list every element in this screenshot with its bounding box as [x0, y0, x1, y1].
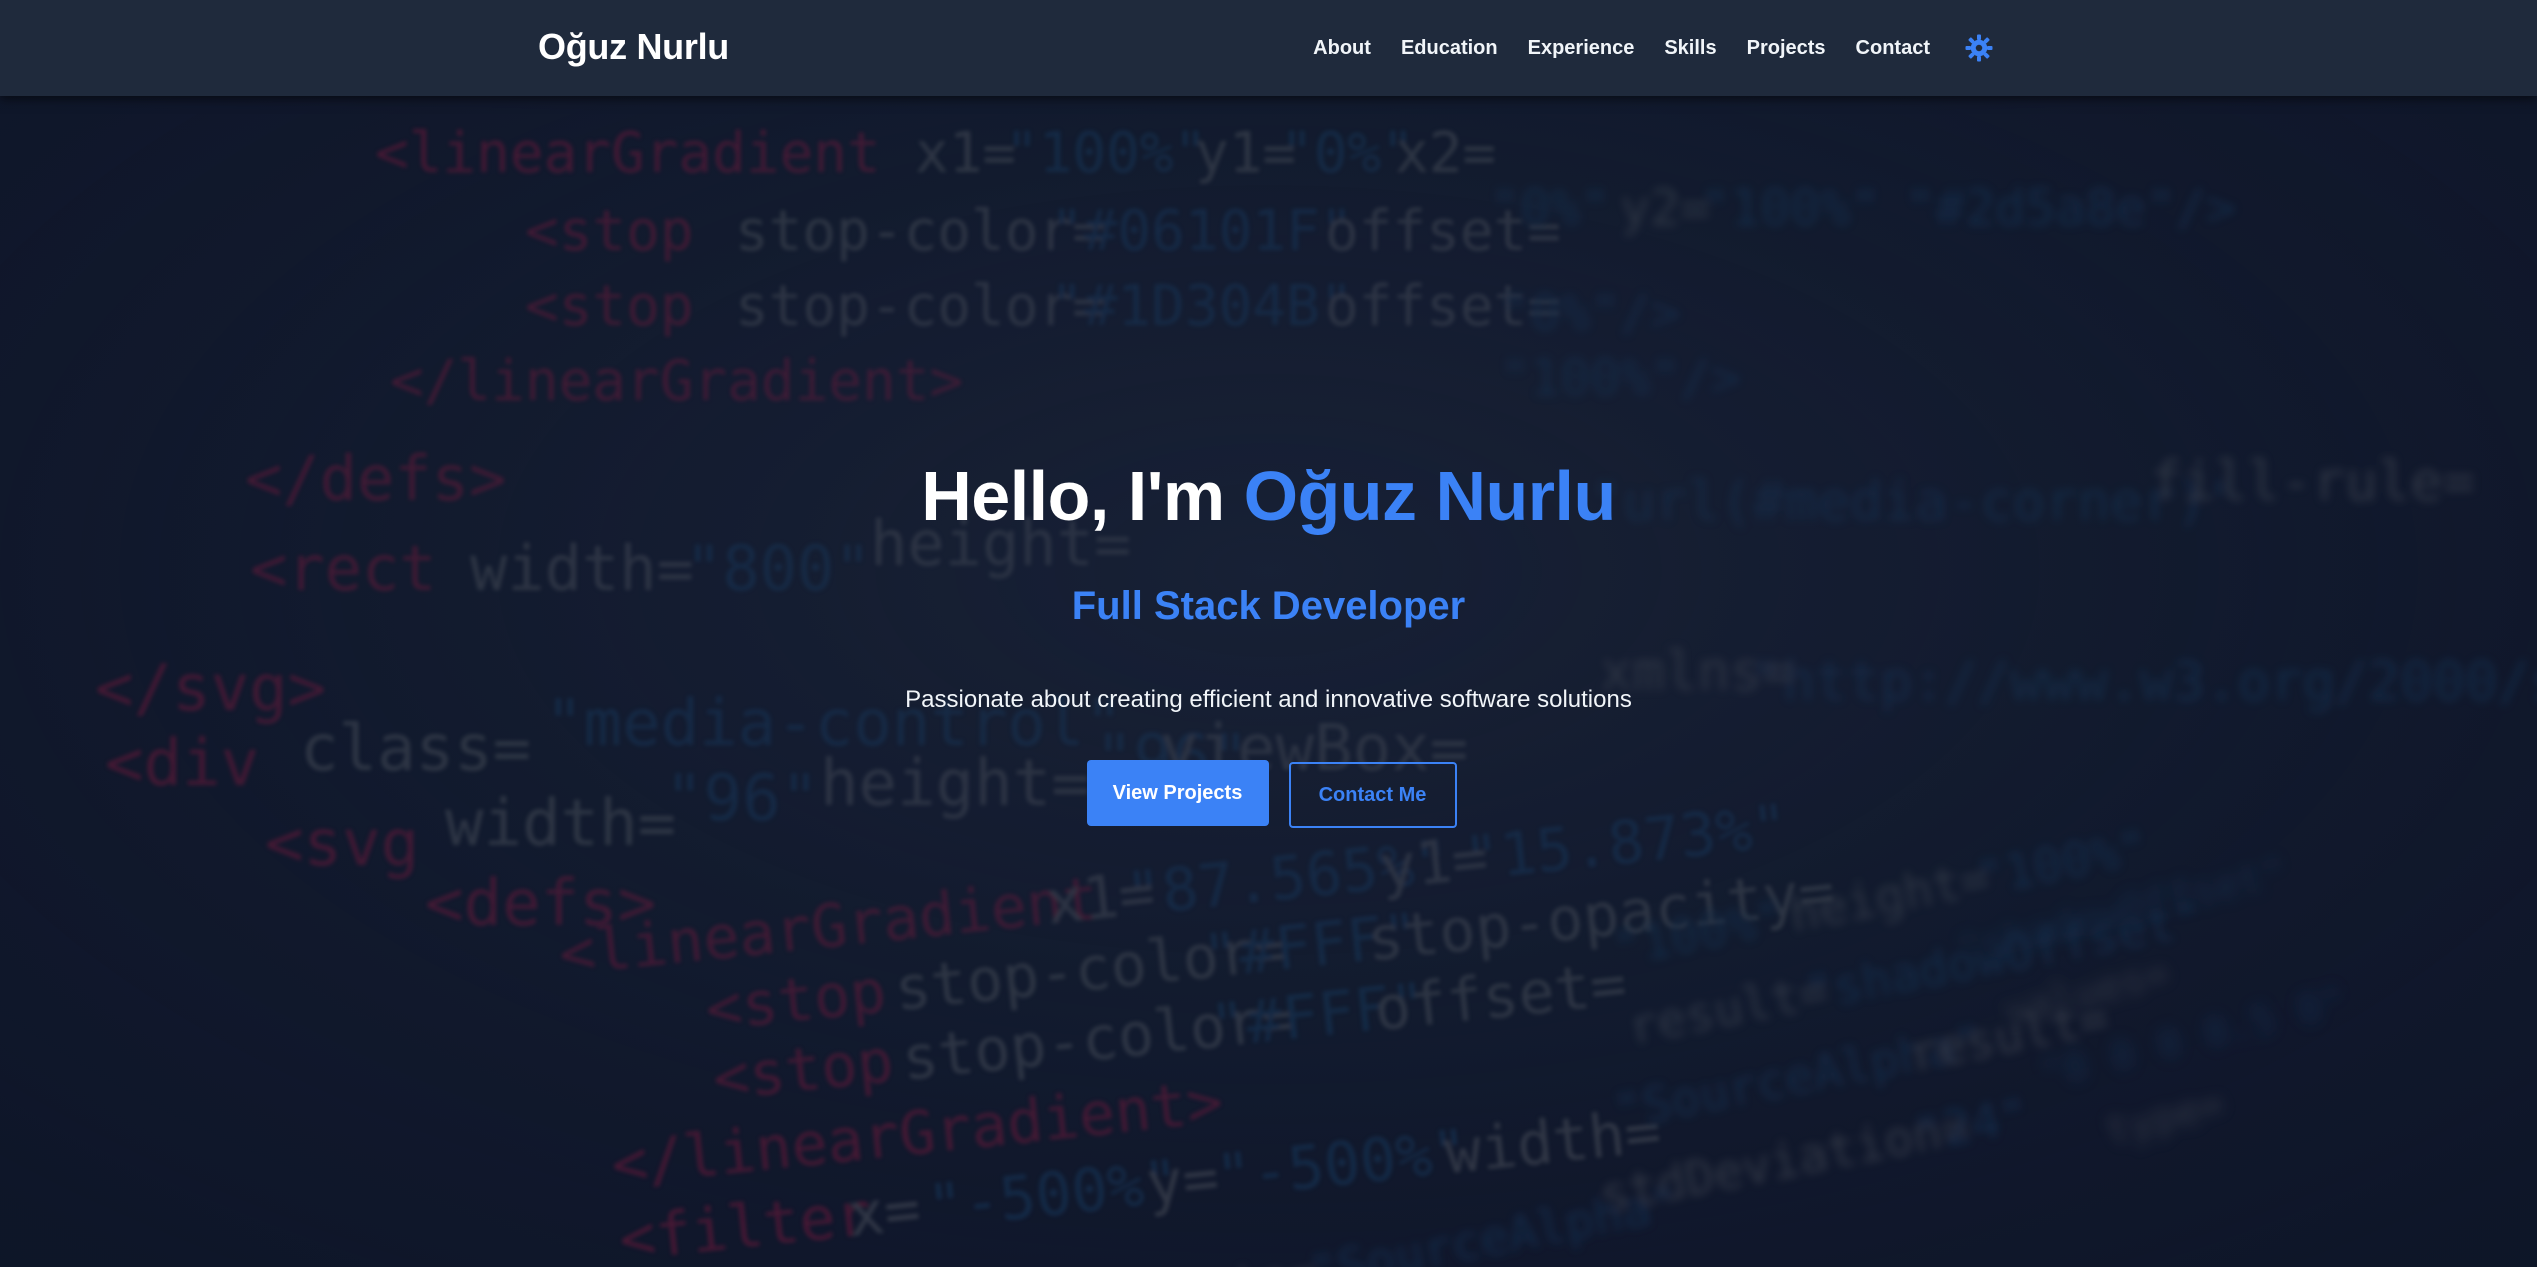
nav-link-education[interactable]: Education: [1401, 37, 1498, 60]
page: <linearGradient x1= "100%" y1= "0%" x2= …: [0, 0, 2537, 1267]
contact-me-button[interactable]: Contact Me: [1288, 762, 1457, 828]
hero-title: Hello, I'm Oğuz Nurlu: [0, 456, 2537, 536]
hero-name: Oğuz Nurlu: [1243, 457, 1617, 535]
navbar: Oğuz Nurlu About Education Experience Sk…: [0, 0, 2537, 96]
nav-link-experience[interactable]: Experience: [1528, 37, 1635, 60]
theme-toggle-button[interactable]: [1964, 33, 1994, 63]
nav-link-projects[interactable]: Projects: [1747, 37, 1826, 60]
brand-logo[interactable]: Oğuz Nurlu: [538, 26, 729, 68]
hero-subtitle: Full Stack Developer: [1071, 584, 1466, 628]
gear-icon: [1965, 34, 1993, 62]
nav-link-about[interactable]: About: [1313, 37, 1371, 60]
hero-greeting: Hello, I'm: [921, 457, 1244, 535]
nav-link-contact[interactable]: Contact: [1856, 37, 1930, 60]
view-projects-button[interactable]: View Projects: [1086, 760, 1269, 826]
hero-section: Hello, I'm Oğuz Nurlu Full Stack Develop…: [0, 96, 2537, 1267]
hero-description: Passionate about creating efficient and …: [905, 686, 1632, 713]
nav-link-skills[interactable]: Skills: [1664, 37, 1716, 60]
nav-links: About Education Experience Skills Projec…: [1313, 0, 1930, 96]
hero-buttons: View Projects Contact Me: [0, 760, 2537, 828]
